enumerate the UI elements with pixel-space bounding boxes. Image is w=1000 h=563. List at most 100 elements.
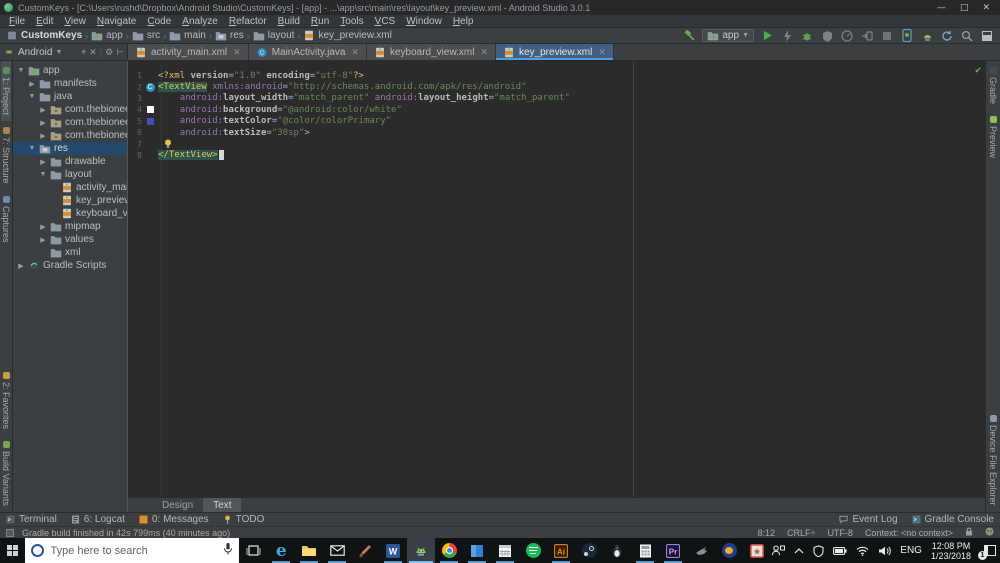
tree-item-com-thebioneer-customkeys[interactable]: ▶com.thebioneer.customkeys [13, 129, 127, 142]
tool-button-preview[interactable]: Preview [988, 110, 998, 164]
layout-toggle-icon[interactable] [980, 29, 994, 42]
taskbar-app-ball[interactable] [715, 538, 743, 563]
close-tab-icon[interactable]: ✕ [233, 47, 241, 58]
inspection-ok-icon[interactable]: ✔ [974, 66, 982, 76]
menu-item-build[interactable]: Build [273, 16, 305, 27]
search-input[interactable]: Type here to search [50, 545, 217, 557]
tool-button-gradle[interactable]: Gradle [988, 61, 998, 110]
people-icon[interactable] [771, 545, 786, 556]
status-item-0[interactable]: 8:12 [757, 528, 775, 538]
taskbar-app-explorer[interactable] [295, 538, 323, 563]
tree-expander-icon[interactable]: ▶ [17, 262, 25, 270]
toolwindow-event-log[interactable]: Event Log [839, 514, 898, 525]
action-center-icon[interactable]: 1 [978, 544, 996, 560]
tree-item-app[interactable]: ▼ app [13, 64, 127, 77]
defender-icon[interactable] [813, 544, 824, 557]
close-tab-icon[interactable]: ✕ [598, 47, 606, 58]
avd-manager-icon[interactable] [900, 29, 914, 42]
code-editor[interactable]: 1 <?xml version="1.0" encoding="utf-8"?> 2… [128, 61, 985, 497]
tab-design[interactable]: Design [152, 498, 203, 512]
make-hammer-icon[interactable] [682, 29, 696, 42]
tree-item-gradle-scripts[interactable]: ▶ Gradle Scripts [13, 259, 127, 272]
toolwindow-terminal[interactable]: Terminal [6, 514, 57, 525]
tree-item-mipmap[interactable]: ▶ mipmap [13, 220, 127, 233]
project-view-selector[interactable]: Android [18, 47, 52, 58]
profiler-icon[interactable] [840, 29, 854, 42]
wifi-icon[interactable] [856, 546, 869, 556]
taskbar-app-steam[interactable] [575, 538, 603, 563]
sdk-manager-icon[interactable] [920, 29, 934, 42]
tree-item-values[interactable]: ▶ values [13, 233, 127, 246]
tree-item-java[interactable]: ▼ java [13, 90, 127, 103]
tree-expander-icon[interactable]: ▼ [39, 171, 47, 178]
search-everywhere-icon[interactable] [960, 29, 974, 42]
tool-button-build-variants[interactable]: Build Variants [1, 435, 11, 512]
menu-item-view[interactable]: View [59, 16, 91, 27]
menu-item-refactor[interactable]: Refactor [224, 16, 272, 27]
tree-item-keyboard_view-xml[interactable]: keyboard_view.xml [13, 207, 127, 220]
status-item-1[interactable]: CRLF÷ [787, 528, 815, 538]
code-line-2[interactable]: 2 C <TextView xmlns:android="http://schema… [128, 81, 971, 93]
tree-expander-icon[interactable]: ▶ [39, 106, 47, 114]
tool-button-2-favorites[interactable]: 2: Favorites [1, 366, 11, 435]
editor-tab-keyboard_view-xml[interactable]: keyboard_view.xml ✕ [366, 44, 496, 60]
tree-item-activity_main-xml[interactable]: activity_main.xml [13, 181, 127, 194]
menu-item-navigate[interactable]: Navigate [92, 16, 141, 27]
taskbar-app-illustrator[interactable]: Ai [547, 538, 575, 563]
battery-icon[interactable] [833, 546, 847, 555]
tree-expander-icon[interactable]: ▶ [39, 132, 47, 140]
toolwindow-6-logcat[interactable]: 6: Logcat [71, 514, 125, 525]
taskbar-app-penguin[interactable] [603, 538, 631, 563]
stop-icon[interactable] [880, 29, 894, 42]
collapse-all-icon[interactable]: ✕ [89, 47, 97, 58]
menu-item-help[interactable]: Help [448, 16, 479, 27]
tab-text[interactable]: Text [203, 498, 242, 512]
hide-panel-icon[interactable]: ⊢ [116, 47, 124, 58]
menu-item-vcs[interactable]: VCS [370, 16, 401, 27]
locate-icon[interactable]: ⌖ [81, 47, 86, 58]
attach-debugger-icon[interactable] [860, 29, 874, 42]
tree-expander-icon[interactable]: ▶ [39, 236, 47, 244]
breadcrumb-res[interactable]: res [215, 30, 244, 41]
volume-icon[interactable] [878, 546, 892, 556]
color-swatch-white-icon[interactable] [146, 106, 154, 114]
editor-tab-mainactivity-java[interactable]: C MainActivity.java ✕ [248, 44, 367, 60]
breadcrumb-customkeys[interactable]: CustomKeys [6, 30, 82, 41]
taskbar-app-spotify[interactable] [519, 538, 547, 563]
color-swatch-blue-icon[interactable] [146, 117, 154, 125]
tree-expander-icon[interactable]: ▶ [39, 158, 47, 166]
maximize-button[interactable]: □ [960, 3, 969, 13]
tree-item-key_preview-xml[interactable]: key_preview.xml [13, 194, 127, 207]
toolwindow-toggle-icon[interactable] [6, 528, 14, 537]
language-indicator[interactable]: ENG [900, 545, 922, 556]
run-config-selector[interactable]: app ▼ [702, 29, 754, 42]
tree-expander-icon[interactable]: ▶ [28, 80, 36, 88]
taskbar-app-redstar[interactable]: ★ [743, 538, 771, 563]
code-line-1[interactable]: 1 <?xml version="1.0" encoding="utf-8"?> [128, 70, 971, 81]
breadcrumb-layout[interactable]: layout [253, 30, 294, 41]
menu-item-tools[interactable]: Tools [335, 16, 368, 27]
menu-item-file[interactable]: File [4, 16, 30, 27]
taskbar-search[interactable]: Type here to search [25, 538, 240, 563]
tree-item-drawable[interactable]: ▶ drawable [13, 155, 127, 168]
lock-icon[interactable] [965, 527, 973, 538]
menu-item-edit[interactable]: Edit [31, 16, 58, 27]
run-icon[interactable] [760, 29, 774, 42]
component-gutter-icon[interactable]: C [145, 82, 155, 92]
taskbar-app-android-studio[interactable] [407, 538, 436, 563]
intention-bulb-icon[interactable] [164, 139, 172, 149]
sync-gradle-icon[interactable] [940, 29, 954, 42]
tree-expander-icon[interactable]: ▼ [28, 145, 36, 152]
settings-gear-icon[interactable]: ⚙ [105, 47, 113, 58]
taskbar-clock[interactable]: 12:08 PM 1/23/2018 [931, 541, 971, 561]
menu-item-run[interactable]: Run [306, 16, 334, 27]
menu-item-window[interactable]: Window [401, 16, 447, 27]
taskbar-app-chrome[interactable] [435, 538, 463, 563]
breadcrumb-main[interactable]: main [169, 30, 206, 41]
taskbar-app-premiere[interactable]: Pr [659, 538, 687, 563]
editor-tab-activity_main-xml[interactable]: activity_main.xml ✕ [128, 44, 249, 60]
taskbar-app-mail[interactable] [323, 538, 351, 563]
hector-icon[interactable] [985, 527, 994, 538]
status-item-2[interactable]: UTF-8 [827, 528, 853, 538]
close-tab-icon[interactable]: ✕ [480, 47, 488, 58]
